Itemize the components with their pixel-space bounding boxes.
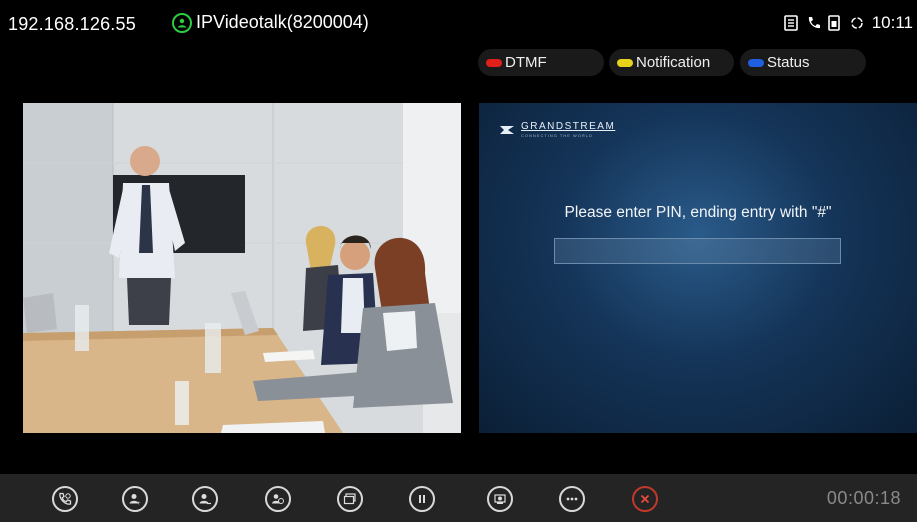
status-bar: 192.168.126.55 IPVideotalk(8200004) 10:1… bbox=[0, 0, 917, 44]
remove-participant-icon bbox=[198, 492, 212, 506]
call-timer: 00:00:18 bbox=[826, 488, 901, 508]
call-control-bar: + 00:00:18 bbox=[0, 474, 917, 522]
notification-button[interactable]: Notification bbox=[609, 49, 734, 76]
call-icon bbox=[58, 492, 72, 506]
grandstream-logo-icon bbox=[500, 125, 514, 134]
status-button[interactable]: Status bbox=[740, 49, 866, 76]
end-call-icon bbox=[638, 492, 652, 506]
sim-icon bbox=[827, 15, 842, 31]
participants-button[interactable] bbox=[265, 486, 291, 512]
clock: 10:11 bbox=[871, 13, 913, 32]
meeting-photo bbox=[23, 103, 461, 433]
dtmf-label: DTMF bbox=[505, 54, 547, 71]
grandstream-logo: GRANDSTREAM CONNECTING THE WORLD bbox=[499, 121, 615, 138]
call-icon bbox=[806, 15, 820, 31]
notification-label: Notification bbox=[636, 54, 711, 71]
screen-share-button[interactable] bbox=[337, 486, 363, 512]
camera-button[interactable] bbox=[487, 486, 513, 512]
remote-video[interactable]: GRANDSTREAM CONNECTING THE WORLD Please … bbox=[479, 103, 917, 433]
local-video[interactable] bbox=[23, 103, 461, 433]
more-button[interactable] bbox=[559, 486, 585, 512]
sync-icon bbox=[850, 15, 864, 31]
add-participant-icon: + bbox=[128, 492, 142, 506]
account-name: IPVideotalk(8200004) bbox=[196, 12, 369, 32]
video-call-screen: 192.168.126.55 IPVideotalk(8200004) 10:1… bbox=[0, 0, 917, 522]
account-indicator: IPVideotalk(8200004) bbox=[172, 12, 369, 33]
camera-icon bbox=[493, 492, 507, 506]
pin-prompt: Please enter PIN, ending entry with "#" bbox=[564, 204, 832, 221]
account-icon bbox=[172, 12, 192, 33]
ip-address: 192.168.126.55 bbox=[8, 14, 136, 34]
call-button[interactable] bbox=[52, 486, 78, 512]
svg-text:+: + bbox=[137, 501, 141, 506]
hold-button[interactable] bbox=[409, 486, 435, 512]
hold-icon bbox=[415, 492, 429, 506]
more-icon bbox=[565, 492, 579, 506]
dtmf-color-dot bbox=[486, 58, 502, 67]
remove-participant-button[interactable] bbox=[192, 486, 218, 512]
dtmf-button[interactable]: DTMF bbox=[478, 49, 604, 76]
pin-input[interactable] bbox=[554, 238, 841, 264]
status-label: Status bbox=[767, 54, 810, 71]
notification-color-dot bbox=[617, 58, 633, 67]
system-icons: 10:11 bbox=[783, 13, 913, 33]
screen-share-icon bbox=[343, 492, 357, 506]
participants-icon bbox=[271, 492, 285, 506]
status-color-dot bbox=[748, 58, 764, 67]
brand-name: GRANDSTREAM bbox=[521, 121, 616, 132]
end-call-button[interactable] bbox=[632, 486, 658, 512]
add-participant-button[interactable]: + bbox=[122, 486, 148, 512]
contacts-icon bbox=[783, 15, 798, 31]
brand-tagline: CONNECTING THE WORLD bbox=[521, 133, 593, 138]
